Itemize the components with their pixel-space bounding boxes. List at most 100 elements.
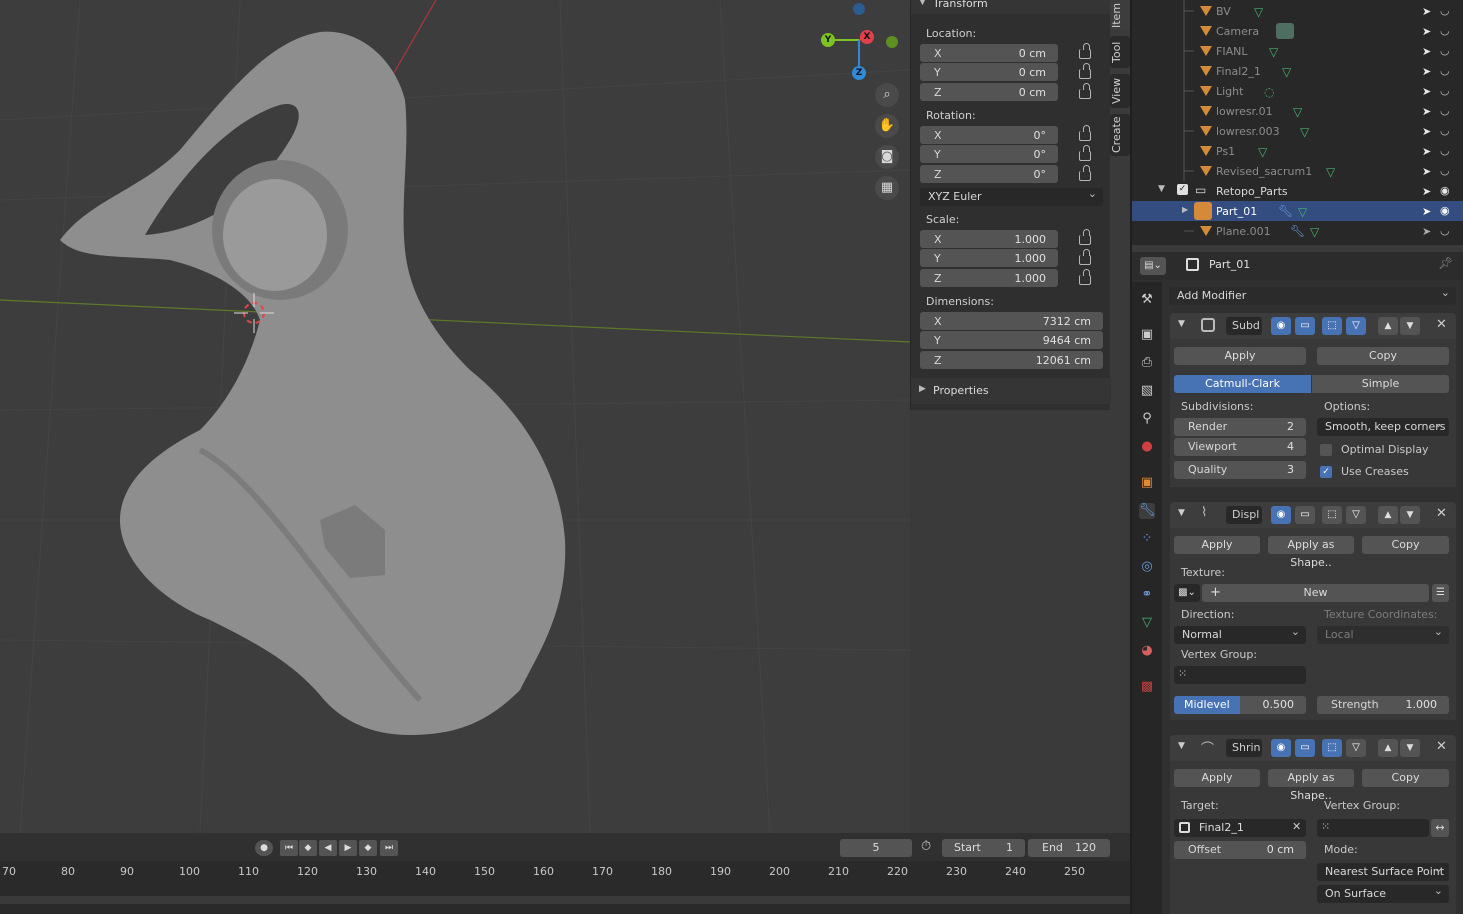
snap-mode-dropdown[interactable]: On Surface <box>1317 882 1449 903</box>
view-layer-icon[interactable]: ▧ <box>1139 383 1155 399</box>
particles-icon[interactable]: ⁘ <box>1139 531 1155 547</box>
outliner-row[interactable]: Revised_sacrum1 ▽ ➤ ◡ <box>1132 161 1463 181</box>
modifier-name-field[interactable]: Subd <box>1226 317 1262 335</box>
physics-icon[interactable]: ◎ <box>1139 559 1155 575</box>
lock-icon[interactable] <box>1079 269 1091 285</box>
rotation-mode-dropdown[interactable]: XYZ Euler <box>920 185 1103 206</box>
editmode-toggle-icon[interactable]: ⬚ <box>1322 739 1342 757</box>
displ-apply-button[interactable]: Apply <box>1174 536 1260 554</box>
quality-field[interactable]: Quality 3 <box>1174 461 1306 479</box>
modifier-name-field[interactable]: Shrin <box>1226 739 1262 757</box>
hidden-eye-icon[interactable]: ◡ <box>1440 104 1450 117</box>
outliner-row[interactable]: Final2_1 ▽ ➤ ◡ <box>1132 61 1463 81</box>
eye-icon[interactable]: ◉ <box>1440 204 1450 217</box>
rotation-y-field[interactable]: Y 0° <box>920 145 1058 163</box>
scale-z-field[interactable]: Z 1.000 <box>920 269 1058 287</box>
clear-icon[interactable]: ✕ <box>1292 820 1301 833</box>
texture-icon[interactable]: ▩ <box>1139 679 1155 695</box>
modifier-name-field[interactable]: Displ <box>1226 506 1262 524</box>
dimensions-y-field[interactable]: Y 9464 cm <box>920 331 1103 349</box>
outliner-row[interactable]: Ps1 ▽ ➤ ◡ <box>1132 141 1463 161</box>
cage-toggle-icon[interactable]: ▽ <box>1346 739 1366 757</box>
viewport-toggle-icon[interactable]: ▭ <box>1295 739 1315 757</box>
camera-view-icon[interactable]: ◙ <box>875 145 899 169</box>
location-x-field[interactable]: X 0 cm <box>920 44 1058 62</box>
viewport-toggle-icon[interactable]: ▭ <box>1295 317 1315 335</box>
collapse-arrow-icon[interactable]: ▼ <box>1178 741 1185 751</box>
dimensions-z-field[interactable]: Z 12061 cm <box>920 351 1103 369</box>
transform-header[interactable]: ▼ Transform <box>911 0 1111 14</box>
lock-icon[interactable] <box>1079 249 1091 265</box>
collection-checkbox[interactable]: ✓ <box>1177 184 1188 195</box>
editmode-toggle-icon[interactable]: ⬚ <box>1322 317 1342 335</box>
cage-toggle-icon[interactable]: ▽ <box>1346 506 1366 524</box>
dimensions-x-field[interactable]: X 7312 cm <box>920 312 1103 330</box>
lock-icon[interactable] <box>1079 63 1091 79</box>
navigation-gizmo[interactable]: X Y Z <box>818 2 904 82</box>
render-toggle-icon[interactable]: ◉ <box>1271 739 1291 757</box>
move-down-icon[interactable]: ▼ <box>1400 317 1420 335</box>
tab-create[interactable]: Create <box>1110 114 1130 156</box>
gizmo-x-axis[interactable]: X <box>860 30 874 44</box>
world-icon[interactable]: ● <box>1139 439 1155 455</box>
subd-copy-button[interactable]: Copy <box>1317 347 1449 365</box>
move-up-icon[interactable]: ▲ <box>1378 506 1398 524</box>
select-arrow-icon[interactable]: ➤ <box>1422 5 1431 18</box>
gizmo-y-axis[interactable]: Y <box>821 33 835 47</box>
uv-smooth-dropdown[interactable]: Smooth, keep corners <box>1317 415 1449 436</box>
texture-browse-icon[interactable]: ▩⌄ <box>1174 584 1200 602</box>
displ-apply-as-shape-button[interactable]: Apply as Shape.. <box>1268 536 1354 569</box>
eye-icon[interactable]: ◉ <box>1440 184 1450 197</box>
catmull-clark-button[interactable]: Catmull-Clark <box>1174 375 1311 393</box>
select-arrow-icon[interactable]: ➤ <box>1422 25 1431 38</box>
target-field[interactable]: Final2_1 ✕ <box>1174 819 1306 837</box>
timeline-scrollbar[interactable] <box>0 896 1130 904</box>
tab-item[interactable]: Item <box>1110 0 1130 30</box>
outliner-row[interactable]: lowresr.01 ▽ ➤ ◡ <box>1132 101 1463 121</box>
tool-icon[interactable]: ⚒ <box>1139 292 1155 308</box>
outliner-row[interactable]: Camera ➤ ◡ <box>1132 21 1463 41</box>
tab-view[interactable]: View <box>1110 74 1130 108</box>
material-icon[interactable]: ◕ <box>1139 643 1155 659</box>
select-arrow-icon[interactable]: ➤ <box>1422 45 1431 58</box>
viewport-toggle-icon[interactable]: ▭ <box>1295 506 1315 524</box>
simple-button[interactable]: Simple <box>1312 375 1449 393</box>
use-creases-checkbox[interactable]: ✓ <box>1320 466 1332 478</box>
shrin-vertex-group-field[interactable]: ⁙ <box>1317 819 1429 837</box>
render-toggle-icon[interactable]: ◉ <box>1271 506 1291 524</box>
collapse-arrow-icon[interactable]: ▼ <box>1178 319 1185 329</box>
select-arrow-icon[interactable]: ➤ <box>1422 165 1431 178</box>
midlevel-slider[interactable]: Midlevel 0.500 <box>1174 696 1306 714</box>
move-down-icon[interactable]: ▼ <box>1400 739 1420 757</box>
tab-tool[interactable]: Tool <box>1110 36 1130 68</box>
modifier-wrench-icon[interactable]: 🔧︎ <box>1139 503 1156 519</box>
mode-dropdown[interactable]: Nearest Surface Point <box>1317 860 1449 881</box>
outliner-row[interactable]: BV ▽ ➤ ◡ <box>1132 1 1463 21</box>
cage-toggle-icon[interactable]: ▽ <box>1346 317 1366 335</box>
scale-y-field[interactable]: Y 1.000 <box>920 249 1058 267</box>
invert-vertex-group-icon[interactable]: ↔ <box>1431 819 1449 837</box>
lock-icon[interactable] <box>1079 229 1091 245</box>
close-icon[interactable]: ✕ <box>1436 317 1447 332</box>
render-icon[interactable]: ▣ <box>1139 327 1155 343</box>
editor-type-icon[interactable]: ▤⌄ <box>1140 257 1166 275</box>
texture-coordinates-dropdown[interactable]: Local <box>1317 623 1449 644</box>
subd-apply-button[interactable]: Apply <box>1174 347 1306 365</box>
3d-viewport[interactable]: X Y Z ⌕ ✋ ◙ ▦ <box>0 0 910 833</box>
hidden-eye-icon[interactable]: ◡ <box>1440 164 1450 177</box>
lock-icon[interactable] <box>1079 43 1091 59</box>
move-up-icon[interactable]: ▲ <box>1378 317 1398 335</box>
direction-dropdown[interactable]: Normal <box>1174 623 1306 644</box>
move-up-icon[interactable]: ▲ <box>1378 739 1398 757</box>
output-icon[interactable]: ⎙ <box>1139 355 1155 371</box>
outliner-row-collection[interactable]: ▼ ✓ ▭ Retopo_Parts ➤ ◉ <box>1132 181 1463 201</box>
new-texture-button[interactable]: + New <box>1202 584 1429 602</box>
outliner-row[interactable]: lowresr.003 ▽ ➤ ◡ <box>1132 121 1463 141</box>
scale-x-field[interactable]: X 1.000 <box>920 230 1058 248</box>
collapse-arrow-icon[interactable]: ▼ <box>1178 508 1185 518</box>
render-toggle-icon[interactable]: ◉ <box>1271 317 1291 335</box>
pan-hand-icon[interactable]: ✋ <box>875 114 899 138</box>
add-modifier-dropdown[interactable]: Add Modifier <box>1169 284 1456 305</box>
expand-arrow-icon[interactable]: ▼ <box>1158 184 1165 194</box>
hidden-eye-icon[interactable]: ◡ <box>1440 4 1450 17</box>
